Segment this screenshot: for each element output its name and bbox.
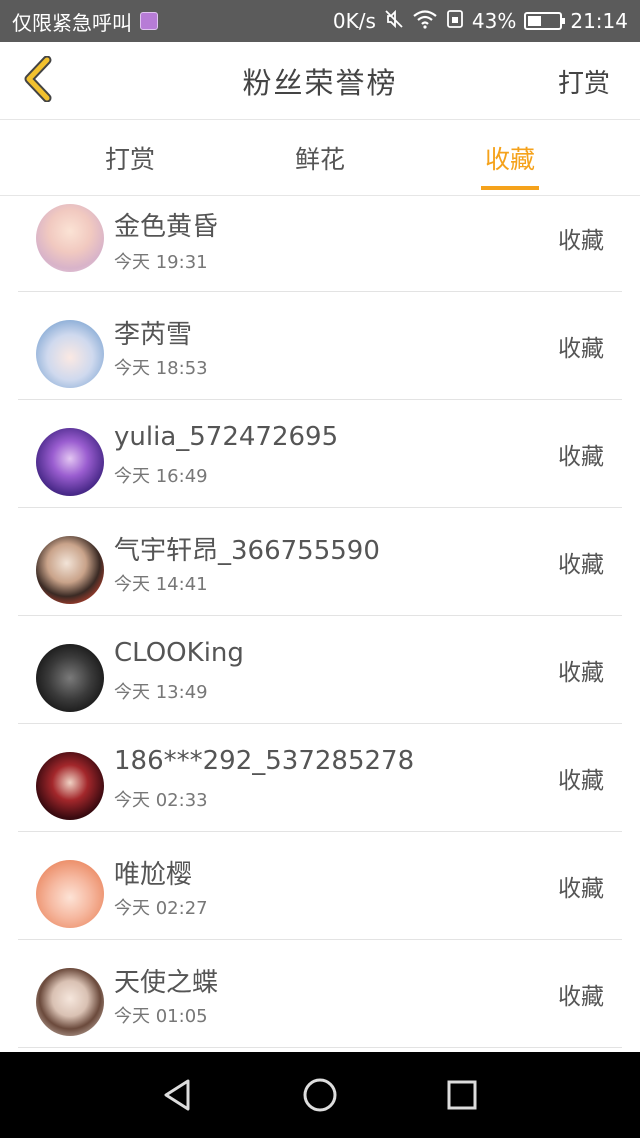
list-item[interactable]: 气宇轩昂_366755590 今天 14:41 收藏 [0, 508, 640, 616]
timestamp: 今天 14:41 [114, 574, 208, 595]
back-button[interactable] [14, 55, 62, 106]
battery-percent: 43% [471, 9, 517, 33]
chevron-left-icon [21, 55, 55, 106]
favorite-label: 收藏 [558, 552, 604, 578]
avatar[interactable] [36, 644, 104, 712]
list-item[interactable]: 金色黄昏 今天 19:31 收藏 [0, 196, 640, 292]
avatar[interactable] [36, 752, 104, 820]
sim-icon [446, 9, 464, 34]
timestamp: 今天 18:53 [114, 358, 208, 379]
tab-flowers[interactable]: 鲜花 [240, 120, 400, 196]
status-bar: 仅限紧急呼叫 0K/s 43% 21:14 [0, 0, 640, 42]
active-tab-indicator [481, 186, 539, 190]
system-nav-bar [0, 1052, 640, 1138]
clock: 21:14 [570, 9, 628, 33]
avatar[interactable] [36, 320, 104, 388]
list-item[interactable]: 李芮雪 今天 18:53 收藏 [0, 292, 640, 400]
user-name: CLOOKing [114, 638, 244, 668]
list-item[interactable]: yulia_572472695 今天 16:49 收藏 [0, 400, 640, 508]
status-right: 0K/s 43% 21:14 [333, 9, 628, 34]
user-name: 气宇轩昂_366755590 [114, 536, 380, 566]
timestamp: 今天 01:05 [114, 1006, 208, 1027]
tab-reward[interactable]: 打赏 [50, 120, 210, 196]
favorite-label: 收藏 [558, 660, 604, 686]
tab-favorites[interactable]: 收藏 [430, 120, 590, 196]
timestamp: 今天 02:27 [114, 898, 208, 919]
circle-home-icon [300, 1078, 340, 1119]
fan-list: 金色黄昏 今天 19:31 收藏 李芮雪 今天 18:53 收藏 yulia_5… [0, 196, 640, 1048]
avatar[interactable] [36, 860, 104, 928]
user-name: 186***292_537285278 [114, 746, 415, 776]
nav-back-button[interactable] [158, 1075, 198, 1115]
tab-label: 鲜花 [294, 145, 345, 174]
reward-button[interactable]: 打赏 [558, 42, 610, 120]
tab-label: 收藏 [484, 145, 535, 174]
carrier-text: 仅限紧急呼叫 [12, 10, 132, 35]
timestamp: 今天 13:49 [114, 682, 208, 703]
favorite-label: 收藏 [558, 444, 604, 470]
gallery-notification-icon [140, 12, 158, 30]
user-name: yulia_572472695 [114, 422, 339, 452]
top-app-bar: 粉丝荣誉榜 打赏 [0, 42, 640, 120]
list-item[interactable]: 唯尬樱 今天 02:27 收藏 [0, 832, 640, 940]
status-left: 仅限紧急呼叫 [12, 7, 158, 36]
avatar[interactable] [36, 204, 104, 272]
nav-home-button[interactable] [300, 1075, 340, 1115]
list-item[interactable]: CLOOKing 今天 13:49 收藏 [0, 616, 640, 724]
favorite-label: 收藏 [558, 876, 604, 902]
tab-bar: 打赏 鲜花 收藏 [0, 120, 640, 196]
timestamp: 今天 02:33 [114, 790, 208, 811]
net-speed: 0K/s [332, 9, 376, 33]
timestamp: 今天 19:31 [114, 252, 208, 273]
avatar[interactable] [36, 968, 104, 1036]
user-name: 天使之蝶 [114, 968, 219, 998]
page-title: 粉丝荣誉榜 [242, 66, 398, 100]
timestamp: 今天 16:49 [114, 466, 208, 487]
user-name: 金色黄昏 [114, 212, 219, 242]
triangle-back-icon [158, 1079, 198, 1119]
user-name: 李芮雪 [114, 320, 193, 350]
wifi-icon [412, 9, 438, 34]
list-item[interactable]: 186***292_537285278 今天 02:33 收藏 [0, 724, 640, 832]
favorite-label: 收藏 [558, 984, 604, 1010]
nav-recents-button[interactable] [442, 1075, 482, 1115]
list-item[interactable]: 天使之蝶 今天 01:05 收藏 [0, 940, 640, 1048]
mute-icon [384, 9, 404, 34]
avatar[interactable] [36, 428, 104, 496]
user-name: 唯尬樱 [114, 860, 193, 890]
battery-icon [524, 12, 566, 30]
favorite-label: 收藏 [558, 336, 604, 362]
square-recents-icon [442, 1080, 482, 1119]
favorite-label: 收藏 [558, 228, 604, 254]
avatar[interactable] [36, 536, 104, 604]
battery-fill [528, 16, 542, 26]
favorite-label: 收藏 [558, 768, 604, 794]
tab-label: 打赏 [104, 145, 155, 174]
